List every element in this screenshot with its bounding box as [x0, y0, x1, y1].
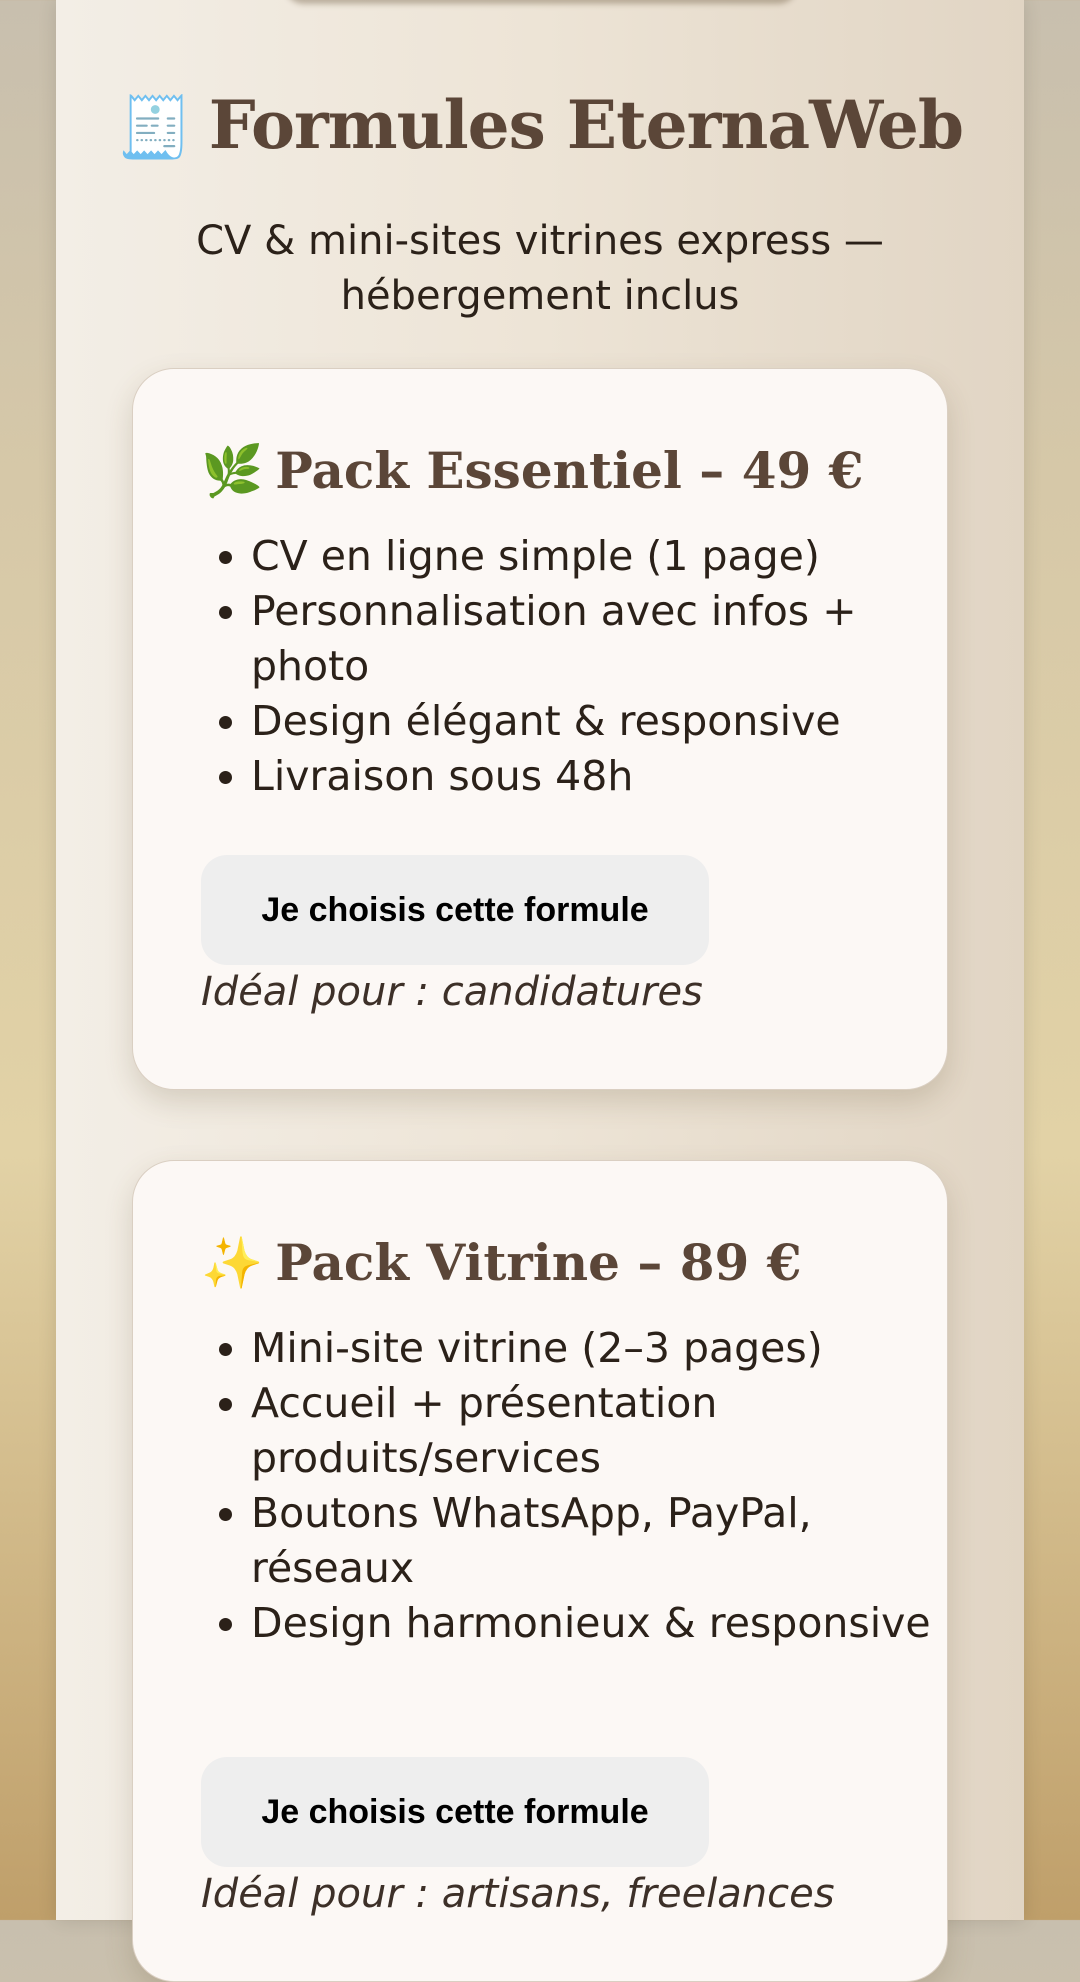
- sparkles-icon: ✨: [201, 1234, 264, 1292]
- choose-plan-button[interactable]: Je choisis cette formule: [201, 1757, 709, 1867]
- feature-item: Personnalisation avec infos + photo: [251, 584, 971, 694]
- ideal-for-text: Idéal pour : candidatures: [201, 969, 703, 1015]
- feature-item: Livraison sous 48h: [251, 749, 971, 804]
- feature-item: Design élégant & responsive: [251, 694, 971, 749]
- pack-title: ✨ Pack Vitrine – 89 €: [201, 1233, 802, 1293]
- feature-item: Mini-site vitrine (2–3 pages): [251, 1321, 971, 1376]
- pack-card-essentiel: 🌿Pack Essentiel – 49 € CV en ligne simpl…: [132, 368, 948, 1090]
- receipt-icon: 🧾: [117, 93, 192, 163]
- pack-title-text: Pack Vitrine – 89 €: [275, 1233, 802, 1292]
- pack-title: 🌿 Pack Essentiel – 49 €: [201, 441, 863, 501]
- herb-icon: 🌿: [201, 442, 264, 500]
- main-panel: 🧾 Formules EternaWeb CV & mini-sites vitr…: [56, 0, 1024, 1982]
- page-subtitle: CV & mini-sites vitrines express — héber…: [196, 218, 884, 319]
- choose-plan-button[interactable]: Je choisis cette formule: [201, 855, 709, 965]
- pack-title-text: Pack Essentiel – 49 €: [275, 441, 864, 500]
- feature-list: Mini-site vitrine (2–3 pages) Accueil + …: [201, 1321, 971, 1651]
- page-title: 🧾 Formules EternaWeb: [56, 86, 1024, 164]
- feature-item: Accueil + présentation produits/services: [251, 1376, 971, 1486]
- feature-list: CV en ligne simple (1 page) Personnalisa…: [201, 529, 971, 804]
- feature-item: Design harmonieux & responsive: [251, 1596, 971, 1651]
- feature-item: CV en ligne simple (1 page): [251, 529, 971, 584]
- pack-card-vitrine: ✨Pack Vitrine – 89 € Mini-site vitrine (…: [132, 1160, 948, 1982]
- feature-item: Boutons WhatsApp, PayPal, réseaux: [251, 1486, 971, 1596]
- ideal-for-text: Idéal pour : artisans, freelances: [201, 1871, 835, 1917]
- page-title-text: Formules EternaWeb: [208, 86, 964, 164]
